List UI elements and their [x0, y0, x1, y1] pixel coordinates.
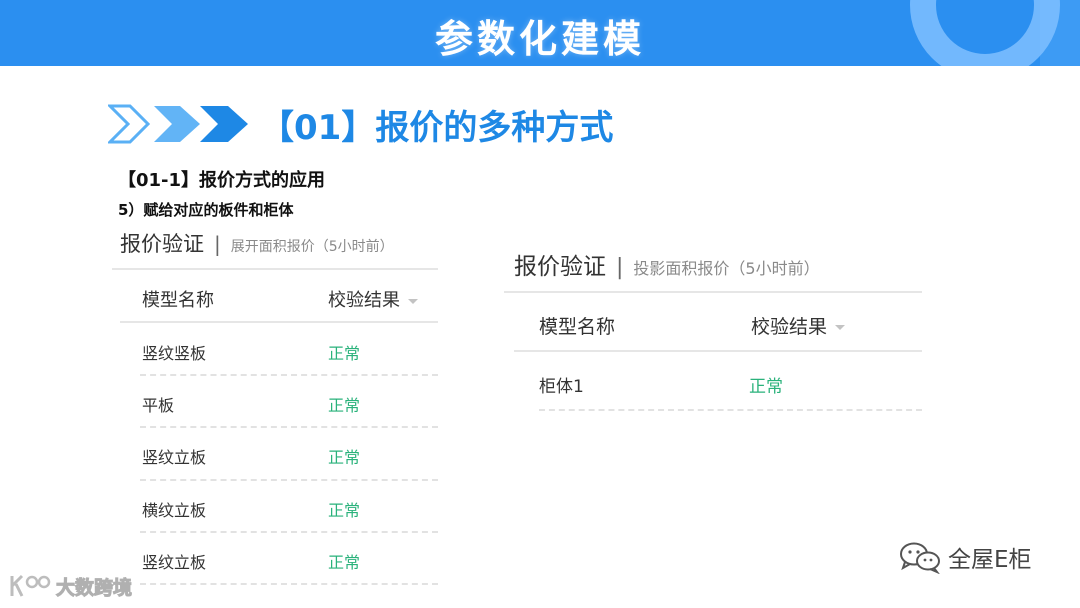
panel-header: 报价验证 | 投影面积报价（5小时前）	[514, 247, 820, 281]
table-row-name: 竖纹立板	[142, 448, 207, 467]
brand-logo-icon	[10, 574, 51, 597]
panel-header: 报价验证 | 展开面积报价（5小时前）	[120, 228, 394, 258]
column-header-label: 校验结果	[751, 316, 828, 338]
step-description: 5）赋给对应的板件和柜体	[118, 201, 294, 219]
column-header-model-name: 模型名称	[142, 290, 214, 311]
header-banner: 参数化建模	[0, 0, 1080, 66]
row-divider	[140, 583, 438, 585]
table-row-name: 平板	[142, 396, 175, 415]
chevron-arrows-icon	[108, 104, 248, 144]
panel-subtitle: 展开面积报价（5小时前）	[230, 239, 394, 255]
row-divider	[140, 479, 438, 481]
panel-title: 报价验证	[514, 254, 606, 280]
subsection-title: 【01-1】报价方式的应用	[118, 170, 326, 191]
sort-dropdown-icon[interactable]	[835, 325, 846, 330]
panel-subtitle: 投影面积报价（5小时前）	[633, 259, 820, 278]
table-row-name: 横纹立板	[142, 501, 207, 520]
table-row-status: 正常	[328, 396, 361, 415]
row-divider	[539, 409, 922, 411]
table-row-status: 正常	[328, 344, 361, 363]
panel-divider	[112, 268, 438, 270]
table-row-name: 柜体1	[539, 377, 584, 397]
section-heading: 【01】报价的多种方式	[108, 98, 613, 150]
panel-title: 报价验证	[120, 232, 204, 256]
row-divider	[140, 374, 438, 376]
column-header-label: 校验结果	[328, 290, 400, 311]
header-divider	[120, 321, 438, 323]
section-title: 【01】报价的多种方式	[260, 107, 614, 148]
wechat-watermark: 全屋E柜	[898, 540, 1032, 574]
panel-separator: |	[214, 232, 221, 256]
column-header-check-result[interactable]: 校验结果	[751, 312, 846, 339]
table-row-status: 正常	[328, 553, 361, 572]
wechat-icon	[900, 542, 940, 574]
column-header-model-name: 模型名称	[539, 316, 616, 338]
panel-divider	[504, 291, 922, 293]
panel-separator: |	[616, 255, 624, 280]
table-row-status: 正常	[328, 448, 361, 467]
table-row-name: 竖纹立板	[142, 553, 207, 572]
sort-dropdown-icon[interactable]	[408, 298, 418, 304]
banner-title: 参数化建模	[434, 17, 645, 61]
table-row-name: 竖纹竖板	[142, 344, 207, 363]
brand-watermark: 大数跨境	[8, 572, 133, 600]
row-divider	[140, 426, 438, 428]
watermark-text: 全屋E柜	[948, 547, 1032, 573]
table-row-status: 正常	[749, 377, 783, 397]
header-divider	[514, 350, 922, 352]
row-divider	[140, 531, 438, 533]
column-header-check-result[interactable]: 校验结果	[328, 286, 418, 312]
table-row-status: 正常	[328, 501, 361, 520]
watermark-text: 大数跨境	[55, 576, 133, 599]
